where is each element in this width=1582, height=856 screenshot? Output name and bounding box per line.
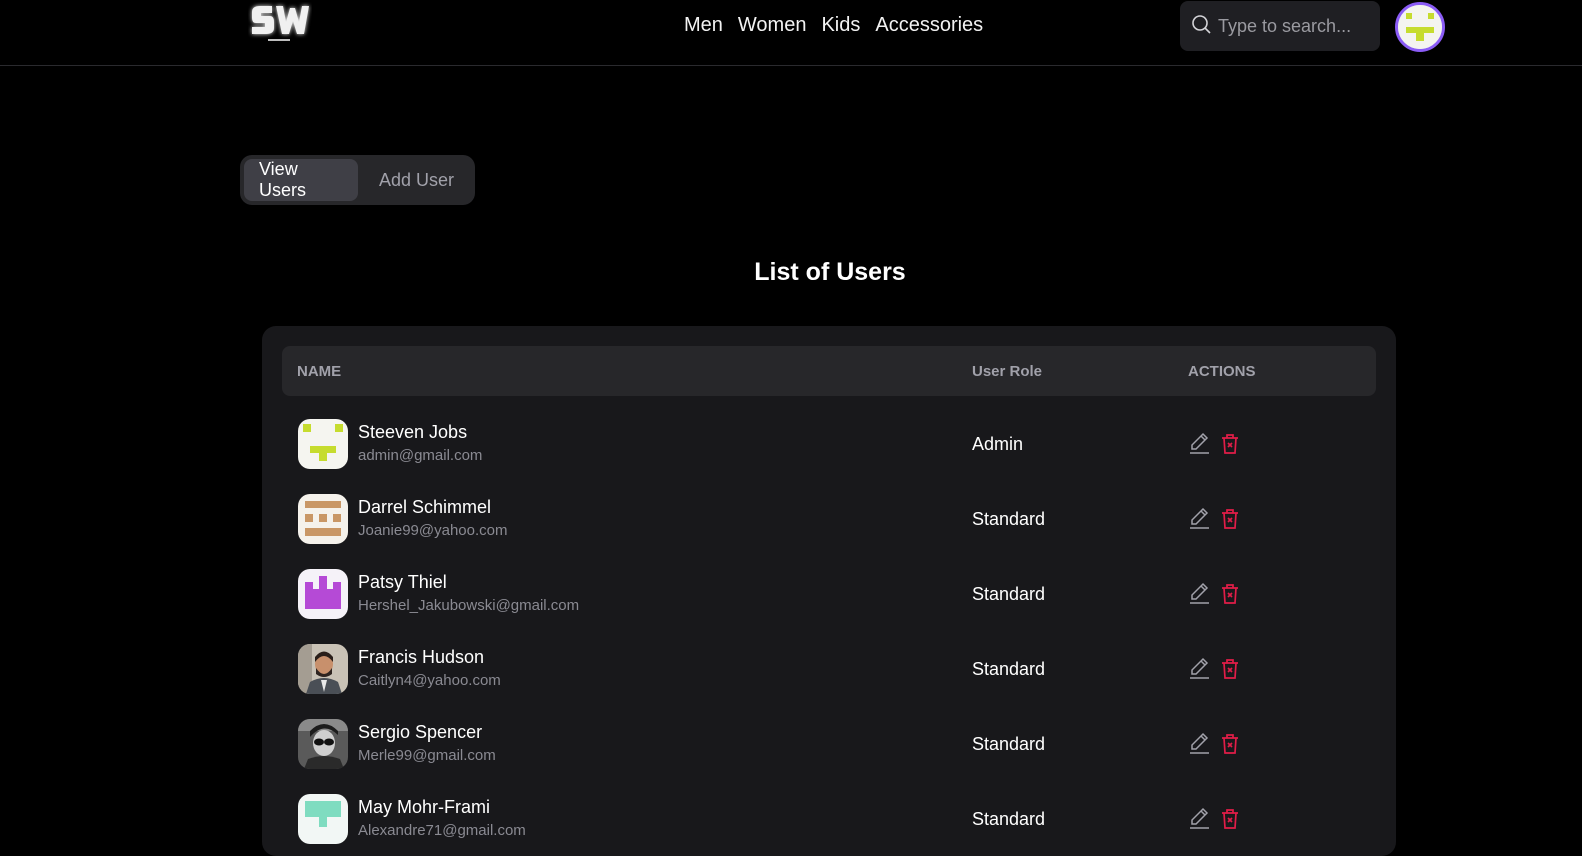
- user-email: Hershel_Jakubowski@gmail.com: [358, 597, 580, 614]
- avatar: [298, 719, 348, 769]
- avatar: [298, 794, 348, 844]
- nav-kids[interactable]: Kids: [821, 14, 860, 37]
- tab-add-user[interactable]: Add User: [362, 159, 471, 201]
- edit-pencil-icon[interactable]: [1188, 807, 1210, 836]
- user-name: Steeven Jobs: [358, 422, 468, 442]
- user-role: Admin: [972, 434, 1024, 454]
- nav-men[interactable]: Men: [684, 14, 723, 37]
- trash-icon[interactable]: [1220, 732, 1240, 761]
- user-name: Patsy Thiel: [358, 572, 447, 592]
- users-table-card: NAME User Role ACTIONS Steeven Jobs admi…: [262, 326, 1396, 856]
- table-row: May Mohr-Frami Alexandre71@gmail.com Sta…: [282, 780, 1376, 855]
- nav-accessories[interactable]: Accessories: [875, 14, 983, 37]
- identicon-lime-icon: [1398, 5, 1442, 49]
- avatar: [298, 644, 348, 694]
- table-row: Patsy Thiel Hershel_Jakubowski@gmail.com…: [282, 555, 1376, 630]
- identicon-tan-icon: [298, 494, 348, 544]
- user-tabs: View Users Add User: [240, 155, 475, 205]
- trash-icon[interactable]: [1220, 657, 1240, 686]
- table-row: Francis Hudson Caitlyn4@yahoo.com Standa…: [282, 630, 1376, 705]
- edit-pencil-icon[interactable]: [1188, 432, 1210, 461]
- identicon-mint-icon: [298, 794, 348, 844]
- trash-icon[interactable]: [1220, 807, 1240, 836]
- user-role: Standard: [972, 659, 1046, 679]
- user-role: Standard: [972, 584, 1046, 604]
- tab-view-users[interactable]: View Users: [244, 159, 358, 201]
- user-name: Sergio Spencer: [358, 722, 483, 742]
- user-email: admin@gmail.com: [358, 447, 483, 464]
- identicon-lime-icon: [298, 419, 348, 469]
- column-name: NAME: [297, 363, 342, 380]
- user-email: Merle99@gmail.com: [358, 747, 496, 764]
- user-name: Darrel Schimmel: [358, 497, 492, 517]
- identicon-purple-icon: [298, 569, 348, 619]
- search-input[interactable]: [1218, 15, 1378, 37]
- avatar: [298, 419, 348, 469]
- user-role: Standard: [972, 734, 1046, 754]
- user-email: Alexandre71@gmail.com: [358, 822, 526, 839]
- trash-icon[interactable]: [1220, 582, 1240, 611]
- edit-pencil-icon[interactable]: [1188, 507, 1210, 536]
- edit-pencil-icon[interactable]: [1188, 582, 1210, 611]
- column-actions: ACTIONS: [1188, 363, 1256, 380]
- search-icon: [1190, 13, 1212, 40]
- user-avatar-menu[interactable]: [1395, 2, 1445, 52]
- edit-pencil-icon[interactable]: [1188, 657, 1210, 686]
- user-email: Caitlyn4@yahoo.com: [358, 672, 501, 689]
- top-header: Men Women Kids Accessories: [0, 0, 1582, 66]
- page-title: List of Users: [754, 258, 906, 286]
- trash-icon[interactable]: [1220, 432, 1240, 461]
- user-name: Francis Hudson: [358, 647, 485, 667]
- brand-logo[interactable]: [248, 2, 312, 44]
- table-row: Sergio Spencer Merle99@gmail.com Standar…: [282, 705, 1376, 780]
- photo-sunglasses-icon: [298, 719, 348, 769]
- main-nav: Men Women Kids Accessories: [684, 14, 983, 37]
- search-box[interactable]: [1180, 1, 1380, 51]
- user-role: Standard: [972, 509, 1046, 529]
- user-name: May Mohr-Frami: [358, 797, 491, 817]
- table-header: NAME User Role ACTIONS: [282, 346, 1376, 396]
- edit-pencil-icon[interactable]: [1188, 732, 1210, 761]
- avatar: [298, 569, 348, 619]
- trash-icon[interactable]: [1220, 507, 1240, 536]
- column-user-role: User Role: [972, 363, 1043, 380]
- user-email: Joanie99@yahoo.com: [358, 522, 508, 539]
- avatar: [298, 494, 348, 544]
- table-row: Steeven Jobs admin@gmail.com Admin: [282, 405, 1376, 480]
- nav-women[interactable]: Women: [738, 14, 807, 37]
- photo-man-suit-icon: [298, 644, 348, 694]
- user-role: Standard: [972, 809, 1046, 829]
- table-row: Darrel Schimmel Joanie99@yahoo.com Stand…: [282, 480, 1376, 555]
